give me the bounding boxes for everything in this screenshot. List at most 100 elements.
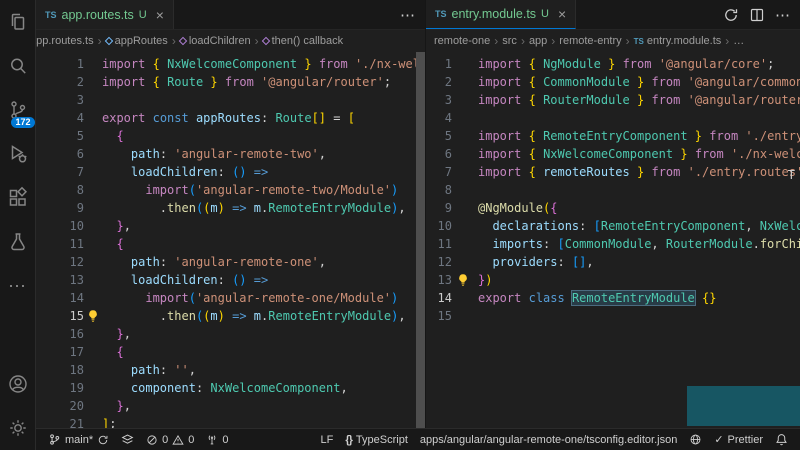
run-debug-icon[interactable]: [0, 132, 36, 176]
line-number: 6: [426, 145, 466, 163]
code-line[interactable]: 14 import('angular-remote-one/Module'): [36, 289, 425, 307]
breadcrumb-item[interactable]: TSentry.module.ts: [634, 35, 722, 47]
extensions-icon[interactable]: [0, 176, 36, 220]
code-line[interactable]: 13}): [426, 271, 800, 289]
code-line[interactable]: 6 path: 'angular-remote-two',: [36, 145, 425, 163]
code-line[interactable]: 8 import('angular-remote-two/Module'): [36, 181, 425, 199]
tsconfig-path[interactable]: apps/angular/angular-remote-one/tsconfig…: [414, 434, 683, 446]
code-line[interactable]: 17 {: [36, 343, 425, 361]
formatter-status[interactable]: ✓ Prettier: [708, 433, 769, 446]
code-line[interactable]: 11 imports: [CommonModule, RouterModule.…: [426, 235, 800, 253]
code-text: [466, 109, 478, 127]
line-number: 17: [36, 343, 90, 361]
line-number: 13: [36, 271, 90, 289]
close-tab-icon[interactable]: ×: [156, 7, 164, 23]
accounts-icon[interactable]: [0, 362, 36, 406]
tab-app-routes[interactable]: TS app.routes.ts U ×: [36, 0, 174, 29]
scrollbar[interactable]: [416, 52, 425, 428]
code-line[interactable]: 9 .then((m) => m.RemoteEntryModule),: [36, 199, 425, 217]
branch-status[interactable]: main*: [42, 433, 115, 446]
code-line[interactable]: 1import { NgModule } from '@angular/core…: [426, 55, 800, 73]
breadcrumb-item[interactable]: remote-entry: [559, 35, 621, 47]
lightbulb-icon[interactable]: [456, 273, 470, 287]
code-line[interactable]: 13 loadChildren: () =>: [36, 271, 425, 289]
testing-flask-icon[interactable]: [0, 220, 36, 264]
breadcrumb-item[interactable]: then() callback: [263, 35, 344, 47]
code-text: declarations: [RemoteEntryComponent, NxW…: [466, 217, 800, 235]
ports-status[interactable]: 0: [200, 434, 234, 446]
notifications-bell-icon[interactable]: [769, 433, 794, 446]
code-text: {: [90, 127, 124, 145]
code-line[interactable]: 4: [426, 109, 800, 127]
breadcrumb-item[interactable]: …: [733, 35, 744, 47]
code-line[interactable]: 7 loadChildren: () =>: [36, 163, 425, 181]
settings-gear-icon[interactable]: [0, 406, 36, 450]
code-text: .then((m) => m.RemoteEntryModule),: [90, 307, 406, 325]
code-line[interactable]: 14export class RemoteEntryModule {}: [426, 289, 800, 307]
code-line[interactable]: 11 {: [36, 235, 425, 253]
more-actions-icon[interactable]: ⋯: [400, 6, 415, 24]
search-icon[interactable]: [0, 44, 36, 88]
editor-app-routes[interactable]: 1import { NxWelcomeComponent } from './n…: [36, 52, 425, 428]
git-status-untracked: U: [139, 9, 147, 21]
code-line[interactable]: 10 declarations: [RemoteEntryComponent, …: [426, 217, 800, 235]
code-line[interactable]: 15 .then((m) => m.RemoteEntryModule),: [36, 307, 425, 325]
eol-indicator[interactable]: LF: [315, 434, 340, 446]
code-line[interactable]: 10 },: [36, 217, 425, 235]
code-text: import { Route } from '@angular/router';: [90, 73, 391, 91]
line-number: 6: [36, 145, 90, 163]
code-line[interactable]: 16 },: [36, 325, 425, 343]
code-line[interactable]: 15: [426, 307, 800, 325]
breadcrumb-item[interactable]: app: [529, 35, 547, 47]
line-number: 16: [36, 325, 90, 343]
code-text: import { remoteRoutes } from './entry.ro…: [466, 163, 800, 181]
line-number: 3: [36, 91, 90, 109]
breadcrumb-item[interactable]: app.routes.ts: [36, 35, 94, 47]
breadcrumb-item[interactable]: remote-one: [434, 35, 490, 47]
breadcrumb[interactable]: remote-one›src›app›remote-entry›TSentry.…: [426, 30, 800, 52]
code-line[interactable]: 21];: [36, 415, 425, 428]
code-line[interactable]: 19 component: NxWelcomeComponent,: [36, 379, 425, 397]
code-line[interactable]: 5import { RemoteEntryComponent } from '.…: [426, 127, 800, 145]
problems-status[interactable]: 0 0: [140, 434, 200, 446]
code-text: import { NxWelcomeComponent } from './nx…: [90, 55, 425, 73]
code-line[interactable]: 3: [36, 91, 425, 109]
code-line[interactable]: 18 path: '',: [36, 361, 425, 379]
tab-entry-module[interactable]: TS entry.module.ts U ×: [426, 0, 576, 29]
source-control-icon[interactable]: 172: [0, 88, 36, 132]
code-line[interactable]: 4export const appRoutes: Route[] = [: [36, 109, 425, 127]
code-line[interactable]: 2import { Route } from '@angular/router'…: [36, 73, 425, 91]
activity-bar: 172 ⋯: [0, 0, 36, 450]
explorer-icon[interactable]: [0, 0, 36, 44]
breadcrumb-item[interactable]: appRoutes: [106, 35, 168, 47]
more-actions-icon[interactable]: ⋯: [775, 6, 790, 24]
close-tab-icon[interactable]: ×: [558, 6, 566, 22]
breadcrumb[interactable]: app.routes.ts›appRoutes›loadChildren›the…: [36, 30, 425, 52]
line-number: 10: [36, 217, 90, 235]
breadcrumb-item[interactable]: loadChildren: [180, 35, 251, 47]
overlay-widget[interactable]: [687, 386, 800, 426]
code-line[interactable]: 1import { NxWelcomeComponent } from './n…: [36, 55, 425, 73]
browser-globe-icon[interactable]: [683, 433, 708, 446]
sync-icon[interactable]: [723, 7, 739, 23]
line-number: 1: [426, 55, 466, 73]
lightbulb-icon[interactable]: [86, 309, 100, 323]
language-mode[interactable]: {} TypeScript: [339, 434, 414, 446]
code-line[interactable]: 6import { NxWelcomeComponent } from './n…: [426, 145, 800, 163]
code-line[interactable]: 7import { remoteRoutes } from './entry.r…: [426, 163, 800, 181]
code-line[interactable]: 2import { CommonModule } from '@angular/…: [426, 73, 800, 91]
code-text: import { RemoteEntryComponent } from './…: [466, 127, 800, 145]
line-number: 11: [36, 235, 90, 253]
layers-sync-icon[interactable]: [115, 433, 140, 446]
more-views-icon[interactable]: ⋯: [0, 264, 36, 308]
code-line[interactable]: 5 {: [36, 127, 425, 145]
editor-entry-module[interactable]: 1import { NgModule } from '@angular/core…: [426, 52, 800, 428]
breadcrumb-item[interactable]: src: [502, 35, 517, 47]
split-editor-icon[interactable]: [749, 7, 765, 23]
code-line[interactable]: 8: [426, 181, 800, 199]
code-line[interactable]: 3import { RouterModule } from '@angular/…: [426, 91, 800, 109]
code-line[interactable]: 20 },: [36, 397, 425, 415]
code-line[interactable]: 12 path: 'angular-remote-one',: [36, 253, 425, 271]
code-line[interactable]: 9@NgModule({: [426, 199, 800, 217]
code-line[interactable]: 12 providers: [],: [426, 253, 800, 271]
